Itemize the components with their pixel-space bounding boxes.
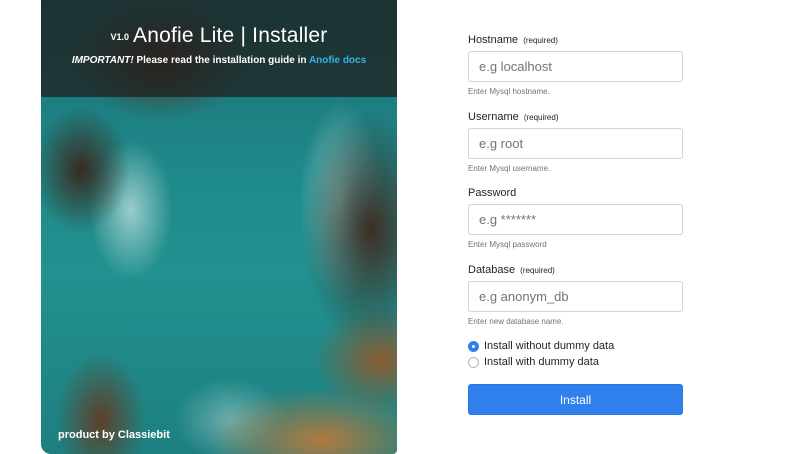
password-input[interactable] (468, 204, 683, 235)
username-label: Username (required) (468, 111, 683, 123)
username-field-group: Username (required) Enter Mysql username… (468, 111, 683, 173)
hostname-field-group: Hostname (required) Enter Mysql hostname… (468, 34, 683, 96)
database-help: Enter new database name. (468, 317, 564, 326)
install-button[interactable]: Install (468, 384, 683, 415)
hero-banner (41, 0, 397, 97)
notice-important: IMPORTANT! (71, 55, 134, 66)
required-marker: (required) (523, 36, 558, 45)
hostname-label: Hostname (required) (468, 34, 683, 46)
hostname-input[interactable] (468, 51, 683, 82)
install-with-dummy-option[interactable]: Install with dummy data (468, 355, 599, 369)
username-help: Enter Mysql username. (468, 164, 551, 173)
install-with-dummy-label: Install with dummy data (484, 356, 599, 368)
database-label-text: Database (468, 264, 516, 276)
install-without-dummy-option[interactable]: Install without dummy data (468, 339, 614, 353)
notice-text: Please read the installation guide in (136, 55, 307, 66)
version-badge: V1.0 (110, 32, 129, 42)
radio-checked-icon[interactable] (468, 340, 479, 352)
database-label: Database (required) (468, 264, 683, 276)
install-without-dummy-label: Install without dummy data (484, 340, 615, 352)
required-marker: (required) (523, 113, 559, 122)
app-name: Anofie Lite | Installer (133, 24, 328, 47)
installer-title: V1.0 Anofie Lite | Installer (41, 24, 397, 48)
database-input[interactable] (468, 281, 683, 312)
password-help: Enter Mysql password (468, 240, 547, 249)
radio-unchecked-icon[interactable] (468, 356, 479, 368)
username-input[interactable] (468, 128, 683, 159)
hostname-label-text: Hostname (468, 34, 519, 46)
password-label: Password (468, 187, 683, 199)
password-label-text: Password (468, 187, 517, 199)
install-notice: IMPORTANT! Please read the installation … (41, 55, 397, 66)
database-field-group: Database (required) Enter new database n… (468, 264, 683, 326)
password-field-group: Password Enter Mysql password (468, 187, 683, 249)
hostname-help: Enter Mysql hostname. (468, 87, 550, 96)
product-credit: product by Classiebit (58, 429, 170, 441)
required-marker: (required) (520, 266, 555, 275)
docs-link[interactable]: Anofie docs (309, 55, 366, 66)
username-label-text: Username (468, 111, 519, 123)
hero-image-panel: V1.0 Anofie Lite | Installer IMPORTANT! P… (41, 0, 397, 454)
